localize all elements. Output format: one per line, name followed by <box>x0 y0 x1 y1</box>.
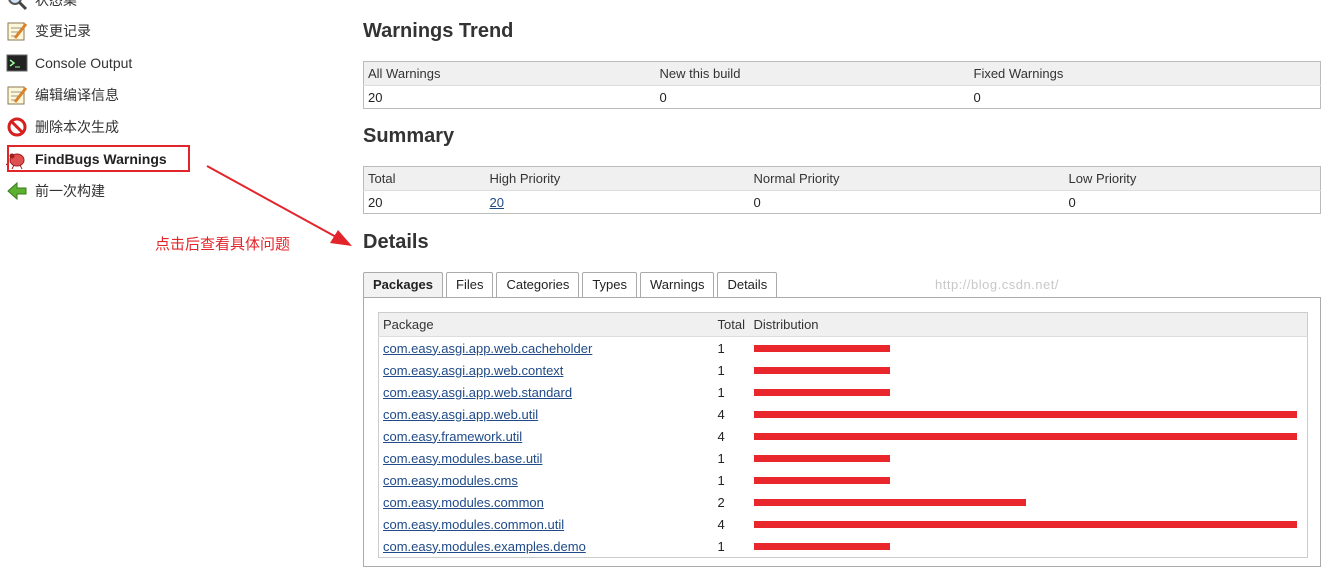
sidebar-item-previous-build[interactable]: 前一次构建 <box>6 179 105 203</box>
sidebar-item-label: 删除本次生成 <box>35 119 119 135</box>
distribution-bar <box>753 520 1297 528</box>
column-header: New this build <box>655 61 970 86</box>
sidebar: 状态集 变更记录 Console Output 编辑编译信息 删除本次生成 Fi… <box>0 0 330 551</box>
column-header: Package <box>378 312 714 337</box>
tab-packages[interactable]: Packages <box>363 272 443 297</box>
highlight-box <box>7 145 190 172</box>
column-header: All Warnings <box>363 61 656 86</box>
table-row: com.easy.modules.base.util 1 <box>379 447 1308 469</box>
table-row: com.easy.modules.examples.demo 1 <box>379 535 1308 558</box>
table-row: com.easy.framework.util 4 <box>379 425 1308 447</box>
column-header: Fixed Warnings <box>969 61 1321 86</box>
table-row: com.easy.asgi.app.web.cacheholder 1 <box>379 337 1308 360</box>
distribution-bar <box>753 388 890 396</box>
package-link[interactable]: com.easy.framework.util <box>383 429 522 444</box>
sidebar-item-delete-build[interactable]: 删除本次生成 <box>6 115 119 139</box>
distribution-bar <box>753 432 1297 440</box>
package-total: 1 <box>717 340 725 356</box>
column-header: High Priority <box>485 166 750 191</box>
notepad-icon <box>6 20 28 42</box>
table-row: com.easy.modules.common.util 4 <box>379 513 1308 535</box>
tab-categories[interactable]: Categories <box>496 272 580 297</box>
column-header: Normal Priority <box>749 166 1065 191</box>
left-arrow-icon <box>6 180 28 202</box>
high-priority-link[interactable]: 20 <box>490 195 504 210</box>
warnings-trend-table: All Warnings New this build Fixed Warnin… <box>363 61 1321 109</box>
annotation-text: 点击后查看具体问题 <box>155 236 291 253</box>
distribution-bar <box>753 344 890 352</box>
package-total: 4 <box>717 516 725 532</box>
packages-panel: Package Total Distribution com.easy.asgi… <box>363 297 1321 567</box>
packages-table: Package Total Distribution com.easy.asgi… <box>378 312 1308 558</box>
sidebar-item-label: 变更记录 <box>35 23 91 39</box>
tab-types[interactable]: Types <box>582 272 638 297</box>
sidebar-item-edit-build-info[interactable]: 编辑编译信息 <box>6 83 119 107</box>
package-link[interactable]: com.easy.asgi.app.web.standard <box>383 385 572 400</box>
distribution-bar <box>753 542 890 550</box>
table-row: com.easy.asgi.app.web.standard 1 <box>379 381 1308 403</box>
package-link[interactable]: com.easy.modules.common.util <box>383 517 564 532</box>
details-heading: Details <box>363 231 429 253</box>
column-header: Distribution <box>749 312 1308 337</box>
package-total: 1 <box>717 472 725 488</box>
details-tabs: Packages Files Categories Types Warnings… <box>363 272 780 298</box>
package-total: 1 <box>717 538 725 554</box>
distribution-bar <box>753 454 890 462</box>
table-row: com.easy.modules.common 2 <box>379 491 1308 513</box>
sidebar-item-changes[interactable]: 变更记录 <box>6 19 91 43</box>
package-total: 4 <box>717 406 725 422</box>
new-this-build-value: 0 <box>659 89 667 105</box>
notepad-icon <box>6 84 28 106</box>
low-priority-value: 0 <box>1068 194 1076 210</box>
no-entry-icon <box>6 116 28 138</box>
package-total: 1 <box>717 384 725 400</box>
fixed-warnings-value: 0 <box>973 89 981 105</box>
normal-priority-value: 0 <box>753 194 761 210</box>
all-warnings-value: 20 <box>368 89 383 105</box>
package-link[interactable]: com.easy.modules.common <box>383 495 544 510</box>
package-link[interactable]: com.easy.modules.examples.demo <box>383 539 586 554</box>
sidebar-item-label: 编辑编译信息 <box>35 87 119 103</box>
package-link[interactable]: com.easy.modules.cms <box>383 473 518 488</box>
magnifier-icon <box>6 0 28 11</box>
sidebar-item-label: Console Output <box>35 55 133 71</box>
package-link[interactable]: com.easy.asgi.app.web.cacheholder <box>383 341 592 356</box>
tab-files[interactable]: Files <box>446 272 494 297</box>
tab-warnings[interactable]: Warnings <box>640 272 715 297</box>
package-link[interactable]: com.easy.asgi.app.web.util <box>383 407 538 422</box>
summary-heading: Summary <box>363 125 455 147</box>
watermark: http://blog.csdn.net/ <box>935 277 1059 292</box>
sidebar-item-console-output[interactable]: Console Output <box>6 51 132 75</box>
column-header: Low Priority <box>1064 166 1321 191</box>
column-header: Total <box>713 312 750 337</box>
total-value: 20 <box>368 194 383 210</box>
package-link[interactable]: com.easy.asgi.app.web.context <box>383 363 563 378</box>
distribution-bar <box>753 498 1026 506</box>
sidebar-item-label: 状态集 <box>35 0 77 8</box>
sidebar-item-label: 前一次构建 <box>35 183 105 199</box>
terminal-icon <box>6 52 28 74</box>
package-total: 2 <box>717 494 725 510</box>
column-header: Total <box>363 166 486 191</box>
package-link[interactable]: com.easy.modules.base.util <box>383 451 542 466</box>
package-total: 1 <box>717 362 725 378</box>
distribution-bar <box>753 366 890 374</box>
table-row: com.easy.modules.cms 1 <box>379 469 1308 491</box>
table-row: com.easy.asgi.app.web.context 1 <box>379 359 1308 381</box>
tab-details[interactable]: Details <box>717 272 778 297</box>
warnings-trend-heading: Warnings Trend <box>363 20 514 42</box>
table-row: com.easy.asgi.app.web.util 4 <box>379 403 1308 425</box>
distribution-bar <box>753 410 1297 418</box>
distribution-bar <box>753 476 890 484</box>
package-total: 4 <box>717 428 725 444</box>
summary-table: Total High Priority Normal Priority Low … <box>363 166 1321 214</box>
package-total: 1 <box>717 450 725 466</box>
sidebar-item-status[interactable]: 状态集 <box>6 0 77 12</box>
